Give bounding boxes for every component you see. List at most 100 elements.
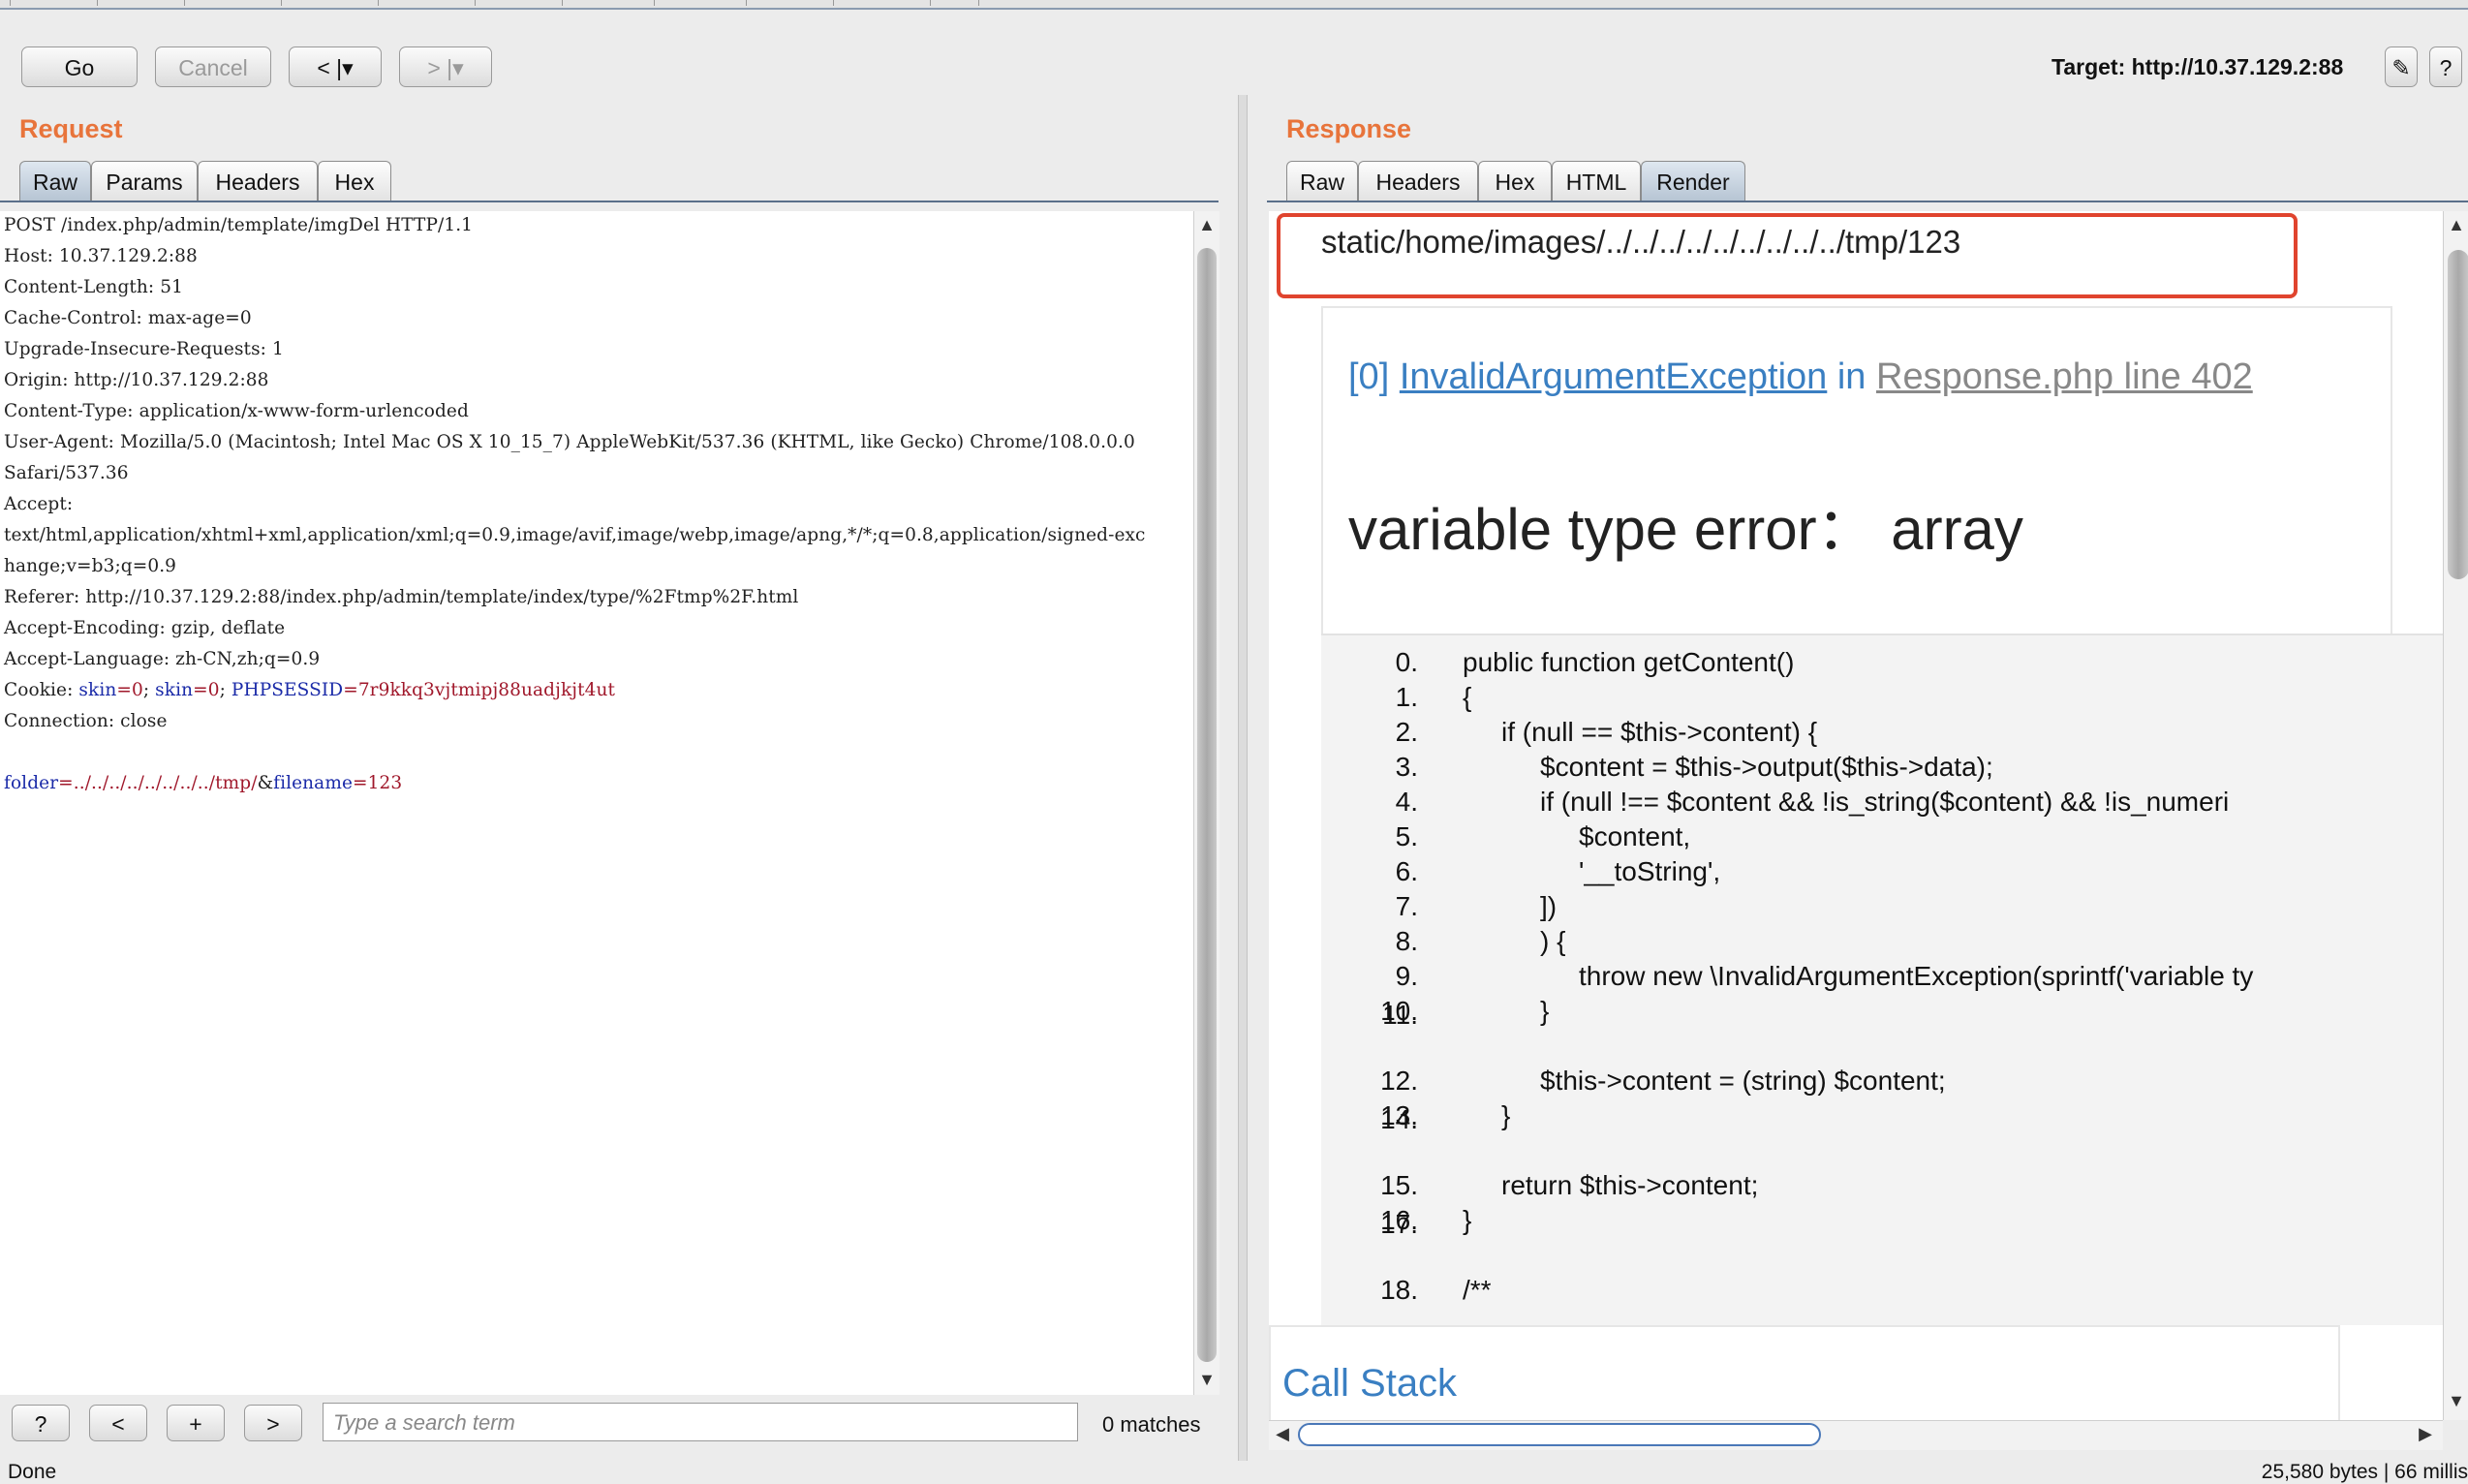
line-number: 5. bbox=[1395, 821, 1418, 851]
request-line: text/html,application/xhtml+xml,applicat… bbox=[4, 525, 1146, 545]
line-number: 3. bbox=[1395, 752, 1418, 782]
response-tab-raw[interactable]: Raw bbox=[1286, 161, 1358, 201]
top-tab-strip[interactable] bbox=[0, 0, 2468, 10]
forward-button[interactable]: > |▾ bbox=[399, 46, 492, 87]
error-message: variable type error： array bbox=[1348, 497, 2023, 562]
code-line: } bbox=[1540, 996, 1550, 1026]
call-stack-heading: Call Stack bbox=[1282, 1362, 1458, 1405]
code-line: $content = $this->output($this->data); bbox=[1540, 752, 1993, 782]
response-tab-headers[interactable]: Headers bbox=[1358, 161, 1478, 201]
line-number: 2. bbox=[1395, 717, 1418, 747]
response-title: Response bbox=[1286, 114, 1412, 143]
request-title: Request bbox=[19, 114, 123, 143]
request-line: Origin: http://10.37.129.2:88 bbox=[4, 370, 269, 390]
request-line: Referer: http://10.37.129.2:88/index.php… bbox=[4, 587, 799, 607]
line-number: 17. bbox=[1380, 1209, 1418, 1239]
line-number: 14. bbox=[1380, 1104, 1418, 1134]
exception-file-link[interactable]: Response.php line 402 bbox=[1876, 356, 2253, 397]
help-button[interactable]: ? bbox=[2429, 46, 2462, 87]
cookie-line: Cookie: skin=0; skin=0; PHPSESSID=7r9kkq… bbox=[4, 680, 616, 700]
line-number: 18. bbox=[1380, 1275, 1418, 1305]
request-tab-raw[interactable]: Raw bbox=[19, 161, 91, 201]
response-tab-divider bbox=[1267, 201, 2468, 202]
request-line: POST /index.php/admin/template/imgDel HT… bbox=[4, 215, 474, 235]
response-horizontal-scrollbar[interactable]: ◀ ▶ bbox=[1269, 1420, 2443, 1450]
request-line: Accept-Language: zh-CN,zh;q=0.9 bbox=[4, 649, 321, 669]
search-match-count: 0 matches bbox=[1102, 1412, 1201, 1437]
code-line: throw new \InvalidArgumentException(spri… bbox=[1579, 961, 2254, 991]
response-tab-html[interactable]: HTML bbox=[1552, 161, 1641, 201]
target-label: Target: http://10.37.129.2:88 bbox=[2052, 54, 2344, 79]
response-tab-hex[interactable]: Hex bbox=[1478, 161, 1552, 201]
request-line: Connection: close bbox=[4, 711, 168, 731]
request-tab-headers[interactable]: Headers bbox=[198, 161, 318, 201]
code-line: } bbox=[1501, 1100, 1511, 1130]
code-line: if (null == $this->content) { bbox=[1501, 717, 1818, 747]
search-prev-button[interactable]: < bbox=[89, 1405, 147, 1441]
line-number: 7. bbox=[1395, 891, 1418, 921]
search-input[interactable]: Type a search term bbox=[323, 1403, 1078, 1441]
code-line: /** bbox=[1463, 1275, 1492, 1305]
code-line: ]) bbox=[1540, 891, 1558, 921]
code-line: return $this->content; bbox=[1501, 1170, 1759, 1200]
code-line: if (null !== $content && !is_string($con… bbox=[1540, 787, 2230, 817]
scroll-thumb[interactable] bbox=[1298, 1423, 1821, 1446]
search-next-button[interactable]: > bbox=[244, 1405, 302, 1441]
code-line: $content, bbox=[1579, 821, 1691, 851]
call-stack-section: Call Stack bbox=[1269, 1325, 2340, 1420]
back-button[interactable]: < |▾ bbox=[289, 46, 382, 87]
code-line: ) { bbox=[1540, 926, 1566, 956]
request-tab-divider bbox=[0, 201, 1219, 202]
search-help-button[interactable]: ? bbox=[12, 1405, 70, 1441]
line-number: 9. bbox=[1395, 961, 1418, 991]
line-number: 6. bbox=[1395, 856, 1418, 886]
line-number: 12. bbox=[1380, 1066, 1418, 1096]
cancel-button[interactable]: Cancel bbox=[155, 46, 271, 87]
request-line: Cache-Control: max-age=0 bbox=[4, 308, 252, 328]
search-add-button[interactable]: + bbox=[167, 1405, 225, 1441]
source-code-block: 0. public function getContent() 1. { 2. … bbox=[1321, 634, 2443, 1325]
scroll-left-arrow-icon[interactable]: ◀ bbox=[1269, 1424, 1296, 1444]
status-text: Done bbox=[8, 1461, 57, 1483]
scroll-down-arrow-icon[interactable]: ▼ bbox=[1193, 1370, 1220, 1390]
scroll-right-arrow-icon[interactable]: ▶ bbox=[2412, 1424, 2439, 1444]
request-vertical-scrollbar[interactable]: ▲ ▼ bbox=[1193, 211, 1219, 1395]
request-line: Content-Type: application/x-www-form-url… bbox=[4, 401, 469, 421]
line-number: 15. bbox=[1380, 1170, 1418, 1200]
panel-splitter[interactable] bbox=[1238, 95, 1248, 1461]
request-line: Accept-Encoding: gzip, deflate bbox=[4, 618, 286, 638]
line-number: 0. bbox=[1395, 647, 1418, 677]
scroll-up-arrow-icon[interactable]: ▲ bbox=[1193, 215, 1220, 235]
response-vertical-scrollbar[interactable]: ▲ ▼ bbox=[2443, 211, 2468, 1420]
request-tab-params[interactable]: Params bbox=[91, 161, 198, 201]
exception-heading: [0] InvalidArgumentException in Response… bbox=[1348, 356, 2253, 397]
code-line: '__toString', bbox=[1579, 856, 1721, 886]
scroll-up-arrow-icon[interactable]: ▲ bbox=[2443, 215, 2468, 235]
scroll-down-arrow-icon[interactable]: ▼ bbox=[2443, 1391, 2468, 1411]
help-icon: ? bbox=[2439, 55, 2453, 80]
edit-target-button[interactable]: ✎ bbox=[2385, 46, 2418, 87]
request-line: Upgrade-Insecure-Requests: 1 bbox=[4, 339, 284, 359]
scroll-thumb[interactable] bbox=[1197, 248, 1217, 1362]
request-line: Content-Length: 51 bbox=[4, 277, 183, 297]
request-line: Safari/537.36 bbox=[4, 463, 129, 483]
line-number: 1. bbox=[1395, 682, 1418, 712]
exception-class-link[interactable]: InvalidArgumentException bbox=[1400, 356, 1827, 397]
response-tab-render[interactable]: Render bbox=[1641, 161, 1745, 201]
highlighted-path: static/home/images/../../../../../../../… bbox=[1277, 213, 2298, 298]
request-line: hange;v=b3;q=0.9 bbox=[4, 556, 177, 576]
code-line: $this->content = (string) $content; bbox=[1540, 1066, 1946, 1096]
request-editor[interactable]: POST /index.php/admin/template/imgDel HT… bbox=[0, 211, 1193, 1395]
render-view[interactable]: static/home/images/../../../../../../../… bbox=[1269, 211, 2443, 1420]
request-body: folder=../../../../../../../../tmp/&file… bbox=[4, 773, 403, 793]
code-line: { bbox=[1463, 682, 1472, 712]
scroll-thumb[interactable] bbox=[2448, 250, 2468, 579]
code-line: public function getContent() bbox=[1463, 647, 1795, 677]
go-button[interactable]: Go bbox=[21, 46, 138, 87]
line-number: 4. bbox=[1395, 787, 1418, 817]
request-tab-hex[interactable]: Hex bbox=[318, 161, 391, 201]
code-line: } bbox=[1463, 1205, 1472, 1235]
request-line: Host: 10.37.129.2:88 bbox=[4, 246, 198, 266]
request-line: Accept: bbox=[4, 494, 74, 514]
line-number: 11. bbox=[1382, 1000, 1418, 1030]
